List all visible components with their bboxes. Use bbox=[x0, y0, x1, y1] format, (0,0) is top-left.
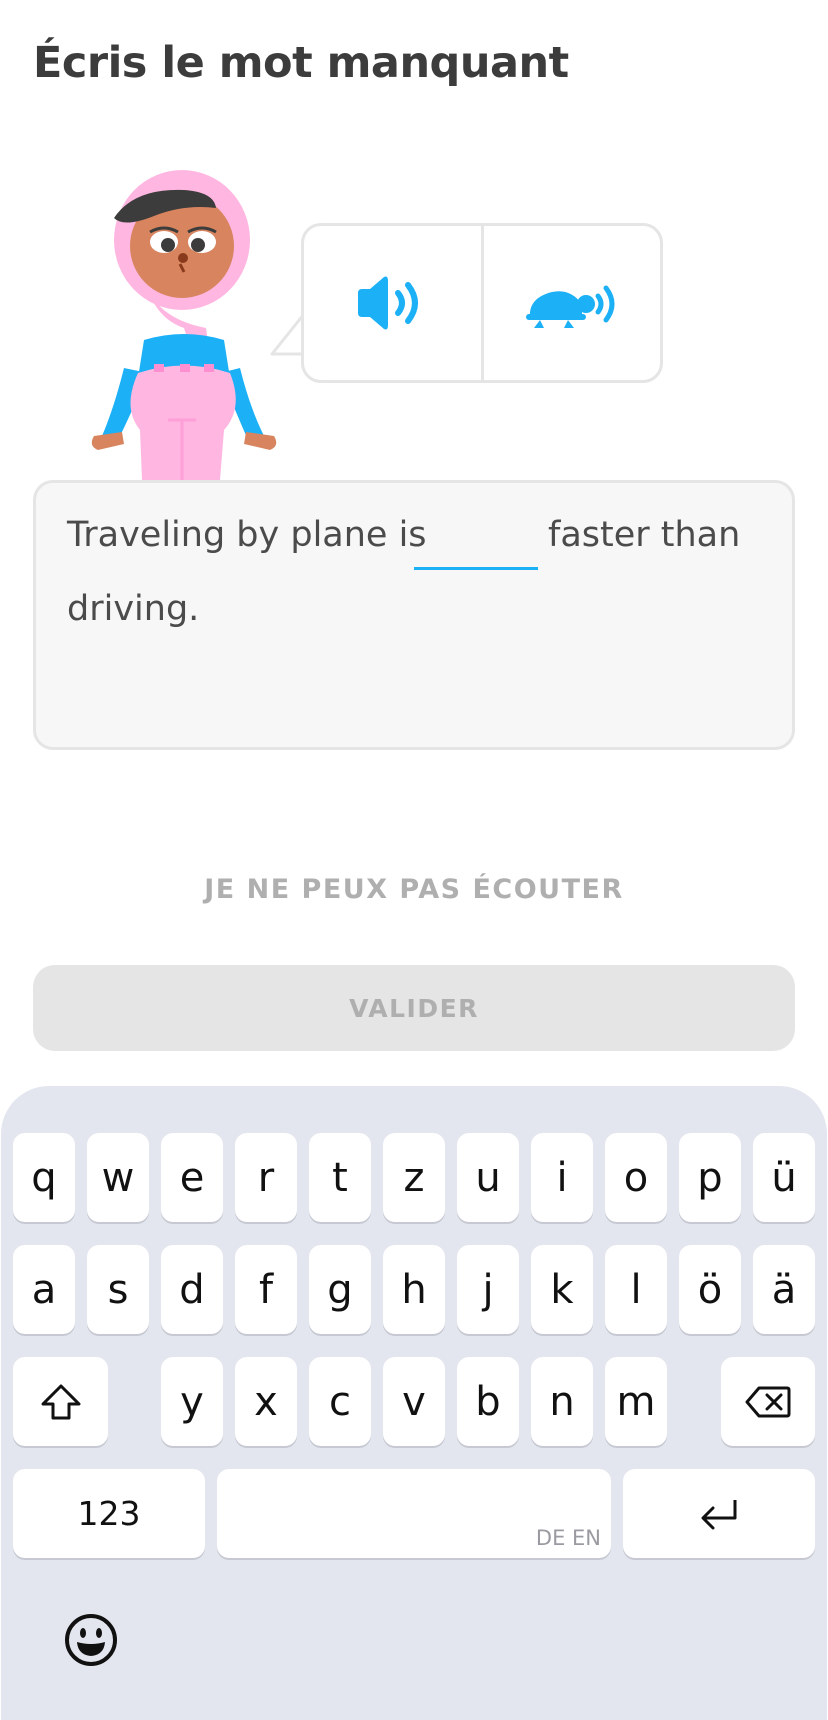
speaker-icon bbox=[358, 276, 419, 330]
key-u[interactable]: u bbox=[457, 1133, 519, 1222]
key-j[interactable]: j bbox=[457, 1245, 519, 1334]
key-m[interactable]: m bbox=[605, 1357, 667, 1446]
sentence-text-line2: driving. bbox=[67, 589, 200, 629]
emoji-icon[interactable] bbox=[64, 1613, 118, 1667]
key-n[interactable]: n bbox=[531, 1357, 593, 1446]
key-v[interactable]: v bbox=[383, 1357, 445, 1446]
audio-bubble bbox=[301, 223, 663, 383]
key-y[interactable]: y bbox=[161, 1357, 223, 1446]
key-e[interactable]: e bbox=[161, 1133, 223, 1222]
key-z[interactable]: z bbox=[383, 1133, 445, 1222]
key-x[interactable]: x bbox=[235, 1357, 297, 1446]
key-d[interactable]: d bbox=[161, 1245, 223, 1334]
keyboard: q w e r t z u i o p ü a s d f g h j k l … bbox=[1, 1086, 827, 1720]
key-t[interactable]: t bbox=[309, 1133, 371, 1222]
play-audio-button[interactable] bbox=[304, 226, 481, 380]
slow-audio-button[interactable] bbox=[484, 226, 661, 380]
key-w[interactable]: w bbox=[87, 1133, 149, 1222]
backspace-icon bbox=[745, 1386, 791, 1417]
language-hint: DE EN bbox=[535, 1526, 601, 1550]
key-f[interactable]: f bbox=[235, 1245, 297, 1334]
key-g[interactable]: g bbox=[309, 1245, 371, 1334]
key-l[interactable]: l bbox=[605, 1245, 667, 1334]
key-r[interactable]: r bbox=[235, 1133, 297, 1222]
return-icon bbox=[701, 1499, 737, 1529]
return-key[interactable] bbox=[623, 1469, 815, 1558]
numbers-key[interactable]: 123 bbox=[13, 1469, 205, 1558]
key-o[interactable]: o bbox=[605, 1133, 667, 1222]
key-o-umlaut[interactable]: ö bbox=[679, 1245, 741, 1334]
key-h[interactable]: h bbox=[383, 1245, 445, 1334]
key-i[interactable]: i bbox=[531, 1133, 593, 1222]
key-b[interactable]: b bbox=[457, 1357, 519, 1446]
key-k[interactable]: k bbox=[531, 1245, 593, 1334]
character-illustration bbox=[91, 170, 277, 480]
answer-blank-input[interactable] bbox=[414, 567, 538, 570]
page-title: Écris le mot manquant bbox=[33, 38, 569, 88]
key-a[interactable]: a bbox=[13, 1245, 75, 1334]
key-a-umlaut[interactable]: ä bbox=[753, 1245, 815, 1334]
sentence-box: Traveling by plane is faster than drivin… bbox=[33, 480, 795, 750]
shift-icon bbox=[41, 1384, 80, 1419]
key-u-umlaut[interactable]: ü bbox=[753, 1133, 815, 1222]
sentence-text-before: Traveling by plane is bbox=[67, 515, 427, 555]
key-p[interactable]: p bbox=[679, 1133, 741, 1222]
key-q[interactable]: q bbox=[13, 1133, 75, 1222]
turtle-speaker-icon bbox=[525, 285, 615, 328]
sentence-text-after: faster than bbox=[548, 515, 741, 555]
space-key[interactable]: DE EN bbox=[217, 1469, 611, 1558]
backspace-key[interactable] bbox=[721, 1357, 815, 1446]
key-c[interactable]: c bbox=[309, 1357, 371, 1446]
cant-listen-button[interactable]: JE NE PEUX PAS ÉCOUTER bbox=[0, 874, 828, 905]
key-s[interactable]: s bbox=[87, 1245, 149, 1334]
shift-key[interactable] bbox=[13, 1357, 108, 1446]
validate-button[interactable]: VALIDER bbox=[33, 965, 795, 1051]
